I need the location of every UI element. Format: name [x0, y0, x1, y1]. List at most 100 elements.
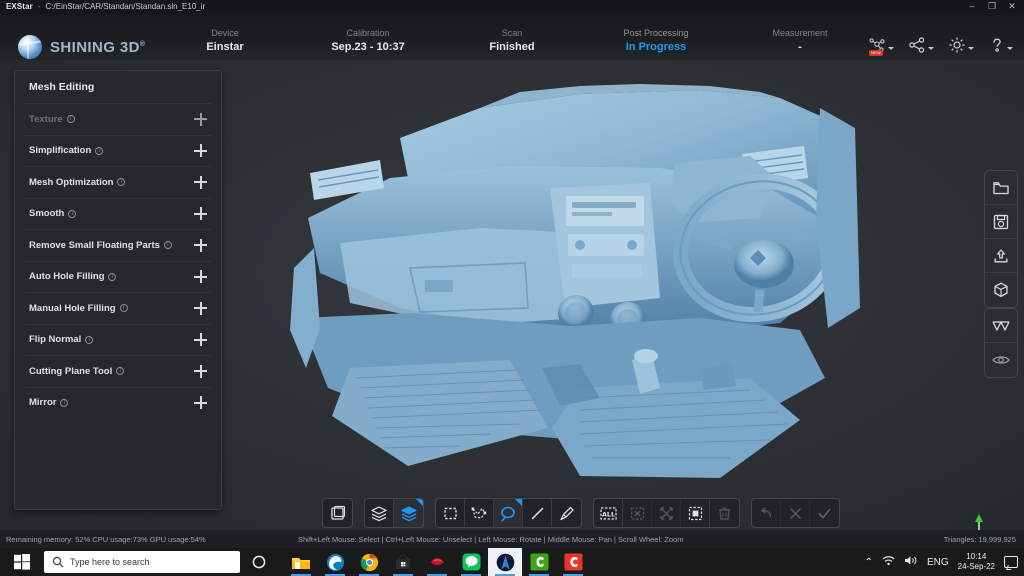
- cortana-icon[interactable]: [240, 555, 278, 569]
- chevron-down-icon[interactable]: [968, 46, 974, 50]
- close-button[interactable]: ✕: [1002, 0, 1022, 13]
- layers-selected-icon[interactable]: [394, 499, 423, 527]
- step-calibration[interactable]: Calibration Sep.23 - 10:37: [293, 27, 443, 54]
- line-messenger-icon[interactable]: [454, 548, 488, 576]
- cancel-icon[interactable]: [781, 499, 810, 527]
- brush-select-icon[interactable]: [552, 499, 581, 527]
- mesh-editing-list: Texture i Simplification i Mesh Optimiza…: [15, 103, 221, 418]
- info-icon[interactable]: i: [68, 209, 77, 218]
- mesh-tool-manual-hole-filling[interactable]: Manual Hole Filling i: [25, 292, 211, 324]
- line-select-icon[interactable]: [523, 499, 552, 527]
- wifi-icon[interactable]: [882, 555, 895, 569]
- info-icon[interactable]: i: [108, 272, 117, 281]
- shining3d-globe-icon: [18, 35, 42, 59]
- expand-plus-icon[interactable]: [194, 396, 207, 410]
- lasso-select-icon[interactable]: [494, 499, 523, 527]
- 3d-viewport[interactable]: Mesh Editing Texture i Simplification i: [0, 60, 1024, 530]
- expand-plus-icon[interactable]: [194, 301, 207, 315]
- help-icon[interactable]: [988, 33, 1014, 57]
- microsoft-store-icon[interactable]: [386, 548, 420, 576]
- scanned-car-interior-mesh[interactable]: [280, 68, 880, 508]
- mesh-tool-smooth[interactable]: Smooth i: [25, 197, 211, 230]
- status-bar: Remaining memory: 52% CPU usage:73% GPU …: [0, 530, 1024, 548]
- expand-plus-icon[interactable]: [194, 333, 207, 347]
- exstar-app-icon[interactable]: [488, 548, 522, 576]
- step-calibration-value: Sep.23 - 10:37: [331, 41, 405, 53]
- chevron-up-icon[interactable]: ⌃: [865, 557, 873, 568]
- mesh-tool-flip-normal[interactable]: Flip Normal i: [25, 323, 211, 356]
- expand-plus-icon[interactable]: [194, 175, 207, 189]
- confirm-icon[interactable]: [810, 499, 839, 527]
- windows-start-icon[interactable]: [0, 548, 44, 576]
- red-c-app-icon[interactable]: [556, 548, 590, 576]
- volume-icon[interactable]: [904, 555, 918, 569]
- chevron-down-icon[interactable]: [1007, 46, 1013, 50]
- expand-plus-icon[interactable]: [194, 112, 207, 126]
- step-measurement[interactable]: Measurement -: [725, 27, 875, 54]
- step-device-value: Einstar: [206, 41, 244, 53]
- layers-icon[interactable]: [365, 499, 394, 527]
- model-cube-icon[interactable]: [985, 273, 1017, 307]
- deselect-icon[interactable]: [623, 499, 652, 527]
- expand-plus-icon[interactable]: [194, 364, 207, 378]
- info-icon[interactable]: i: [117, 178, 126, 187]
- open-folder-icon[interactable]: [985, 171, 1017, 205]
- info-icon[interactable]: i: [95, 146, 104, 155]
- google-chrome-icon[interactable]: [352, 548, 386, 576]
- windows-taskbar: Type here to search ⌃ ENG 10:14 24-Sep-2…: [0, 548, 1024, 576]
- select-all-icon[interactable]: ALL: [594, 499, 623, 527]
- notification-center-icon[interactable]: [1004, 556, 1018, 568]
- dark-red-app-icon[interactable]: [420, 548, 454, 576]
- info-icon[interactable]: i: [116, 367, 125, 376]
- step-device[interactable]: Device Einstar: [150, 27, 300, 54]
- info-icon[interactable]: i: [163, 241, 172, 250]
- crop-icon[interactable]: [681, 499, 710, 527]
- mesh-steering-hub: [734, 240, 794, 288]
- invert-selection-icon[interactable]: [652, 499, 681, 527]
- mesh-tool-cutting-plane-tool[interactable]: Cutting Plane Tool i: [25, 355, 211, 387]
- gear-icon[interactable]: [948, 33, 974, 57]
- info-icon[interactable]: i: [60, 398, 69, 407]
- maximize-restore-button[interactable]: ❐: [982, 0, 1002, 13]
- expand-plus-icon[interactable]: [194, 207, 207, 221]
- expand-plus-icon[interactable]: [194, 238, 207, 252]
- polygon-select-icon[interactable]: [465, 499, 494, 527]
- microsoft-edge-icon[interactable]: [318, 548, 352, 576]
- search-input[interactable]: Type here to search: [44, 551, 240, 573]
- bounding-box-icon[interactable]: [323, 499, 352, 527]
- expand-plus-icon[interactable]: [194, 270, 207, 284]
- info-icon[interactable]: i: [66, 115, 75, 124]
- axis-gizmo[interactable]: [968, 512, 990, 530]
- file-explorer-icon[interactable]: [284, 548, 318, 576]
- mesh-tool-texture[interactable]: Texture i: [25, 103, 211, 135]
- mesh-tool-mesh-optimization[interactable]: Mesh Optimization i: [25, 166, 211, 198]
- language-indicator[interactable]: ENG: [927, 557, 949, 568]
- taskbar-app-list: [284, 548, 590, 576]
- minimize-button[interactable]: –: [962, 0, 982, 13]
- mesh-tool-auto-hole-filling[interactable]: Auto Hole Filling i: [25, 260, 211, 293]
- mesh-tool-remove-small-floating-parts[interactable]: Remove Small Floating Parts i: [25, 229, 211, 261]
- green-c-app-icon[interactable]: [522, 548, 556, 576]
- chevron-down-icon[interactable]: [888, 46, 894, 50]
- eye-visibility-icon[interactable]: [985, 343, 1017, 377]
- taskbar-clock[interactable]: 10:14 24-Sep-22: [958, 552, 995, 572]
- mesh-tool-mirror[interactable]: Mirror i: [25, 386, 211, 419]
- network-nodes-icon[interactable]: NEW: [868, 33, 894, 57]
- save-icon[interactable]: [985, 205, 1017, 239]
- step-scan[interactable]: Scan Finished: [437, 27, 587, 54]
- delete-icon[interactable]: [710, 499, 739, 527]
- mesh-tool-texture-label: Texture i: [29, 114, 75, 125]
- info-icon[interactable]: i: [119, 304, 128, 313]
- undo-icon[interactable]: [752, 499, 781, 527]
- info-icon[interactable]: i: [85, 335, 94, 344]
- step-post-processing[interactable]: Post Processing In Progress: [581, 27, 731, 54]
- mesh-radio-knob-1: [575, 240, 585, 250]
- mesh-pedal: [700, 364, 736, 390]
- expand-plus-icon[interactable]: [194, 144, 207, 158]
- chevron-down-icon[interactable]: [928, 46, 934, 50]
- mirror-glasses-icon[interactable]: [985, 309, 1017, 343]
- mesh-tool-simplification[interactable]: Simplification i: [25, 134, 211, 167]
- share-icon[interactable]: [908, 33, 934, 57]
- export-upload-icon[interactable]: [985, 239, 1017, 273]
- rect-select-icon[interactable]: [436, 499, 465, 527]
